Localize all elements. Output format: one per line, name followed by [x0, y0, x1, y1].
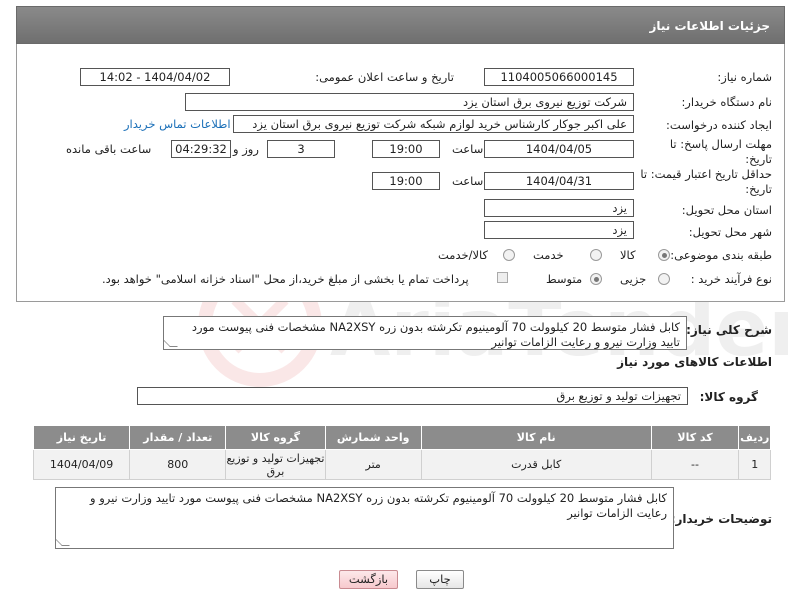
- need-number-label: شماره نیاز:: [717, 70, 772, 84]
- cell-row: 1: [738, 449, 771, 480]
- back-button[interactable]: بازگشت: [339, 570, 398, 589]
- col-unit: واحد شمارش: [324, 425, 422, 450]
- validity-time-label: ساعت: [452, 174, 484, 188]
- col-name: نام کالا: [420, 425, 652, 450]
- panel-title: جزئیات اطلاعات نیاز: [649, 19, 770, 33]
- resize-handle-icon[interactable]: [164, 339, 178, 347]
- goods-group-label: گروه کالا:: [699, 390, 758, 404]
- col-code: کد کالا: [650, 425, 740, 450]
- province-label: استان محل تحویل:: [681, 203, 772, 217]
- reply-time-field: 19:00: [372, 140, 440, 158]
- validity-time-field: 19:00: [372, 172, 440, 190]
- col-qty: تعداد / مقدار: [129, 425, 227, 450]
- reply-date-field: 1404/04/05: [484, 140, 634, 158]
- buyer-notes-label: توضیحات خریدار:: [670, 512, 772, 526]
- cell-date: 1404/04/09: [32, 449, 131, 480]
- cell-name: کابل قدرت: [420, 449, 652, 480]
- col-row: ردیف: [738, 425, 771, 450]
- purchase-radio-medium[interactable]: [590, 273, 602, 285]
- cell-code: --: [650, 449, 740, 480]
- print-button[interactable]: چاپ: [416, 570, 464, 589]
- description-label: شرح کلی نیاز:: [686, 323, 772, 337]
- cell-group: تجهیزات تولید و توزیع برق: [225, 449, 326, 480]
- province-field: یزد: [484, 199, 634, 217]
- category-option-goods-service: کالا/خدمت: [438, 248, 489, 262]
- goods-table: ردیف کد کالا نام کالا واحد شمارش گروه کا…: [32, 425, 771, 480]
- buyer-notes-textarea[interactable]: کابل فشار متوسط 20 کیلوولت 70 آلومینیوم …: [55, 487, 674, 549]
- cell-qty: 800: [129, 449, 227, 480]
- city-field: یزد: [484, 221, 634, 239]
- category-option-service: خدمت: [533, 248, 564, 262]
- requester-field: علی اکبر جوکار کارشناس خرید لوازم شبکه ش…: [233, 115, 634, 133]
- buyer-notes-text: کابل فشار متوسط 20 کیلوولت 70 آلومینیوم …: [89, 491, 667, 520]
- reply-deadline-label: مهلت ارسال پاسخ: تا تاریخ:: [669, 137, 772, 166]
- reply-time-label: ساعت: [452, 142, 484, 156]
- goods-group-field: تجهیزات تولید و توزیع برق: [137, 387, 688, 405]
- category-radio-service[interactable]: [590, 249, 602, 261]
- description-textarea[interactable]: کابل فشار متوسط 20 کیلوولت 70 آلومینیوم …: [163, 316, 687, 350]
- table-header-row: ردیف کد کالا نام کالا واحد شمارش گروه کا…: [32, 425, 771, 450]
- requester-label: ایجاد کننده درخواست:: [666, 118, 772, 132]
- city-label: شهر محل تحویل:: [688, 225, 772, 239]
- buyer-contact-link[interactable]: اطلاعات تماس خریدار: [124, 117, 231, 131]
- payment-checkbox[interactable]: [497, 272, 508, 283]
- goods-section-title: اطلاعات کالاهای مورد نیاز: [617, 355, 772, 369]
- description-text: کابل فشار متوسط 20 کیلوولت 70 آلومینیوم …: [191, 320, 680, 349]
- resize-handle-icon[interactable]: [56, 538, 70, 546]
- announce-label: تاریخ و ساعت اعلان عمومی:: [315, 70, 454, 84]
- col-group: گروه کالا: [225, 425, 326, 450]
- buyer-org-field: شرکت توزیع نیروی برق استان یزد: [185, 93, 634, 111]
- days-label: روز و: [233, 142, 259, 156]
- category-radio-goods-service[interactable]: [503, 249, 515, 261]
- col-date: تاریخ نیاز: [32, 425, 131, 450]
- remaining-time-field: 04:29:32: [171, 140, 231, 158]
- category-option-goods: کالا: [620, 248, 636, 262]
- panel-header: جزئیات اطلاعات نیاز: [16, 6, 785, 44]
- need-number-field: 1104005066000145: [484, 68, 634, 86]
- payment-note: پرداخت تمام یا بخشی از مبلغ خرید،از محل …: [102, 272, 469, 286]
- purchase-option-minor: جزیی: [620, 272, 647, 286]
- category-label: طبقه بندی موضوعی:: [670, 248, 772, 262]
- announce-field: 1404/04/02 - 14:02: [80, 68, 230, 86]
- remaining-label: ساعت باقی مانده: [66, 142, 152, 156]
- purchase-type-label: نوع فرآیند خرید :: [690, 272, 772, 286]
- days-field: 3: [267, 140, 335, 158]
- purchase-option-medium: متوسط: [546, 272, 583, 286]
- buyer-org-label: نام دستگاه خریدار:: [681, 95, 772, 109]
- price-validity-label: حداقل تاریخ اعتبار قیمت: تا تاریخ:: [640, 167, 772, 196]
- category-radio-goods[interactable]: [658, 249, 670, 261]
- table-row[interactable]: 1 -- کابل قدرت متر تجهیزات تولید و توزیع…: [32, 449, 771, 480]
- purchase-radio-minor[interactable]: [658, 273, 670, 285]
- validity-date-field: 1404/04/31: [484, 172, 634, 190]
- cell-unit: متر: [324, 449, 422, 480]
